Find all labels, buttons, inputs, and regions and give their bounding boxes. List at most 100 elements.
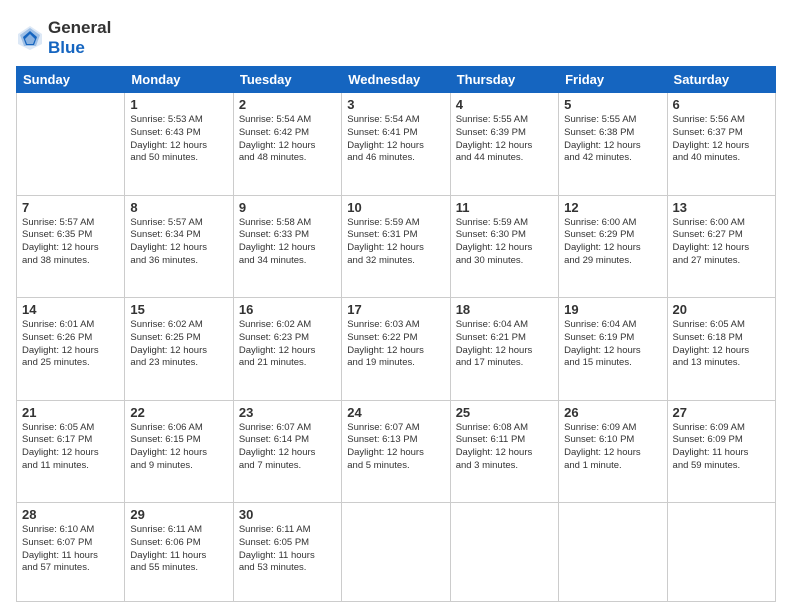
- weekday-header-thursday: Thursday: [450, 67, 558, 93]
- day-number: 8: [130, 200, 227, 215]
- calendar-table: SundayMondayTuesdayWednesdayThursdayFrid…: [16, 66, 776, 602]
- day-info: Sunrise: 6:02 AM Sunset: 6:25 PM Dayligh…: [130, 319, 227, 370]
- day-info: Sunrise: 6:01 AM Sunset: 6:26 PM Dayligh…: [22, 319, 119, 370]
- day-number: 27: [673, 405, 770, 420]
- page: General Blue SundayMondayTuesdayWednesda…: [0, 0, 792, 612]
- calendar-cell: 22 Sunrise: 6:06 AM Sunset: 6:15 PM Dayli…: [125, 400, 233, 503]
- weekday-header-sunday: Sunday: [17, 67, 125, 93]
- day-number: 7: [22, 200, 119, 215]
- day-info: Sunrise: 6:11 AM Sunset: 6:06 PM Dayligh…: [130, 524, 227, 575]
- day-number: 3: [347, 97, 444, 112]
- day-info: Sunrise: 6:04 AM Sunset: 6:19 PM Dayligh…: [564, 319, 661, 370]
- calendar-cell: 7 Sunrise: 5:57 AM Sunset: 6:35 PM Daylig…: [17, 195, 125, 298]
- calendar-cell: [450, 503, 558, 602]
- logo-icon: [16, 24, 44, 52]
- day-info: Sunrise: 6:00 AM Sunset: 6:27 PM Dayligh…: [673, 217, 770, 268]
- day-number: 6: [673, 97, 770, 112]
- calendar-cell: 1Sunrise: 5:53 AM Sunset: 6:43 PM Daylig…: [125, 93, 233, 196]
- calendar-cell: 5 Sunrise: 5:55 AM Sunset: 6:38 PM Daylig…: [559, 93, 667, 196]
- day-number: 2: [239, 97, 336, 112]
- calendar-cell: 16 Sunrise: 6:02 AM Sunset: 6:23 PM Dayli…: [233, 298, 341, 401]
- day-info: Sunrise: 6:02 AM Sunset: 6:23 PM Dayligh…: [239, 319, 336, 370]
- day-info: Sunrise: 6:09 AM Sunset: 6:09 PM Dayligh…: [673, 422, 770, 473]
- day-info: Sunrise: 6:05 AM Sunset: 6:17 PM Dayligh…: [22, 422, 119, 473]
- day-number: 23: [239, 405, 336, 420]
- day-number: 21: [22, 405, 119, 420]
- day-number: 13: [673, 200, 770, 215]
- calendar-cell: 10 Sunrise: 5:59 AM Sunset: 6:31 PM Dayli…: [342, 195, 450, 298]
- day-number: 20: [673, 302, 770, 317]
- calendar-cell: 27 Sunrise: 6:09 AM Sunset: 6:09 PM Dayli…: [667, 400, 775, 503]
- calendar-cell: [667, 503, 775, 602]
- calendar-cell: 18 Sunrise: 6:04 AM Sunset: 6:21 PM Dayli…: [450, 298, 558, 401]
- day-info: Sunrise: 6:07 AM Sunset: 6:13 PM Dayligh…: [347, 422, 444, 473]
- day-number: 16: [239, 302, 336, 317]
- weekday-header-friday: Friday: [559, 67, 667, 93]
- day-info: Sunrise: 5:59 AM Sunset: 6:31 PM Dayligh…: [347, 217, 444, 268]
- day-number: 11: [456, 200, 553, 215]
- weekday-header-saturday: Saturday: [667, 67, 775, 93]
- day-number: 28: [22, 507, 119, 522]
- day-number: 10: [347, 200, 444, 215]
- day-info: Sunrise: 6:08 AM Sunset: 6:11 PM Dayligh…: [456, 422, 553, 473]
- day-info: Sunrise: 6:07 AM Sunset: 6:14 PM Dayligh…: [239, 422, 336, 473]
- day-info: Sunrise: 5:55 AM Sunset: 6:38 PM Dayligh…: [564, 114, 661, 165]
- logo-text: General Blue: [48, 18, 111, 58]
- weekday-header-row: SundayMondayTuesdayWednesdayThursdayFrid…: [17, 67, 776, 93]
- day-number: 22: [130, 405, 227, 420]
- logo: General Blue: [16, 18, 111, 58]
- day-info: Sunrise: 5:54 AM Sunset: 6:41 PM Dayligh…: [347, 114, 444, 165]
- calendar-cell: 2 Sunrise: 5:54 AM Sunset: 6:42 PM Daylig…: [233, 93, 341, 196]
- calendar-cell: 15Sunrise: 6:02 AM Sunset: 6:25 PM Dayli…: [125, 298, 233, 401]
- calendar-cell: 28 Sunrise: 6:10 AM Sunset: 6:07 PM Dayli…: [17, 503, 125, 602]
- day-number: 19: [564, 302, 661, 317]
- calendar-cell: 25 Sunrise: 6:08 AM Sunset: 6:11 PM Dayli…: [450, 400, 558, 503]
- day-info: Sunrise: 5:54 AM Sunset: 6:42 PM Dayligh…: [239, 114, 336, 165]
- day-info: Sunrise: 5:55 AM Sunset: 6:39 PM Dayligh…: [456, 114, 553, 165]
- calendar-cell: 20Sunrise: 6:05 AM Sunset: 6:18 PM Dayli…: [667, 298, 775, 401]
- day-info: Sunrise: 6:09 AM Sunset: 6:10 PM Dayligh…: [564, 422, 661, 473]
- day-number: 17: [347, 302, 444, 317]
- calendar-week-5: 28 Sunrise: 6:10 AM Sunset: 6:07 PM Dayli…: [17, 503, 776, 602]
- day-info: Sunrise: 5:56 AM Sunset: 6:37 PM Dayligh…: [673, 114, 770, 165]
- day-info: Sunrise: 6:04 AM Sunset: 6:21 PM Dayligh…: [456, 319, 553, 370]
- day-info: Sunrise: 6:06 AM Sunset: 6:15 PM Dayligh…: [130, 422, 227, 473]
- day-number: 26: [564, 405, 661, 420]
- day-number: 14: [22, 302, 119, 317]
- calendar-cell: 4 Sunrise: 5:55 AM Sunset: 6:39 PM Daylig…: [450, 93, 558, 196]
- day-number: 24: [347, 405, 444, 420]
- calendar-cell: 6 Sunrise: 5:56 AM Sunset: 6:37 PM Daylig…: [667, 93, 775, 196]
- calendar-week-1: 1Sunrise: 5:53 AM Sunset: 6:43 PM Daylig…: [17, 93, 776, 196]
- calendar-cell: 17Sunrise: 6:03 AM Sunset: 6:22 PM Dayli…: [342, 298, 450, 401]
- weekday-header-wednesday: Wednesday: [342, 67, 450, 93]
- calendar-cell: 9 Sunrise: 5:58 AM Sunset: 6:33 PM Daylig…: [233, 195, 341, 298]
- calendar-cell: 23 Sunrise: 6:07 AM Sunset: 6:14 PM Dayli…: [233, 400, 341, 503]
- day-number: 29: [130, 507, 227, 522]
- day-info: Sunrise: 6:11 AM Sunset: 6:05 PM Dayligh…: [239, 524, 336, 575]
- day-info: Sunrise: 5:57 AM Sunset: 6:35 PM Dayligh…: [22, 217, 119, 268]
- day-number: 5: [564, 97, 661, 112]
- calendar-week-2: 7 Sunrise: 5:57 AM Sunset: 6:35 PM Daylig…: [17, 195, 776, 298]
- day-number: 9: [239, 200, 336, 215]
- calendar-cell: [559, 503, 667, 602]
- calendar-cell: 13 Sunrise: 6:00 AM Sunset: 6:27 PM Dayli…: [667, 195, 775, 298]
- day-info: Sunrise: 5:57 AM Sunset: 6:34 PM Dayligh…: [130, 217, 227, 268]
- day-info: Sunrise: 6:00 AM Sunset: 6:29 PM Dayligh…: [564, 217, 661, 268]
- calendar-cell: 26 Sunrise: 6:09 AM Sunset: 6:10 PM Dayli…: [559, 400, 667, 503]
- calendar-cell: 14 Sunrise: 6:01 AM Sunset: 6:26 PM Dayli…: [17, 298, 125, 401]
- day-number: 30: [239, 507, 336, 522]
- day-info: Sunrise: 6:10 AM Sunset: 6:07 PM Dayligh…: [22, 524, 119, 575]
- header: General Blue: [16, 14, 776, 58]
- day-number: 25: [456, 405, 553, 420]
- calendar-cell: 8 Sunrise: 5:57 AM Sunset: 6:34 PM Daylig…: [125, 195, 233, 298]
- calendar-cell: 21 Sunrise: 6:05 AM Sunset: 6:17 PM Dayli…: [17, 400, 125, 503]
- day-number: 12: [564, 200, 661, 215]
- calendar-week-4: 21 Sunrise: 6:05 AM Sunset: 6:17 PM Dayli…: [17, 400, 776, 503]
- day-number: 18: [456, 302, 553, 317]
- day-info: Sunrise: 5:58 AM Sunset: 6:33 PM Dayligh…: [239, 217, 336, 268]
- day-number: 4: [456, 97, 553, 112]
- day-info: Sunrise: 5:59 AM Sunset: 6:30 PM Dayligh…: [456, 217, 553, 268]
- calendar-cell: [342, 503, 450, 602]
- calendar-cell: 24 Sunrise: 6:07 AM Sunset: 6:13 PM Dayli…: [342, 400, 450, 503]
- day-info: Sunrise: 5:53 AM Sunset: 6:43 PM Dayligh…: [130, 114, 227, 165]
